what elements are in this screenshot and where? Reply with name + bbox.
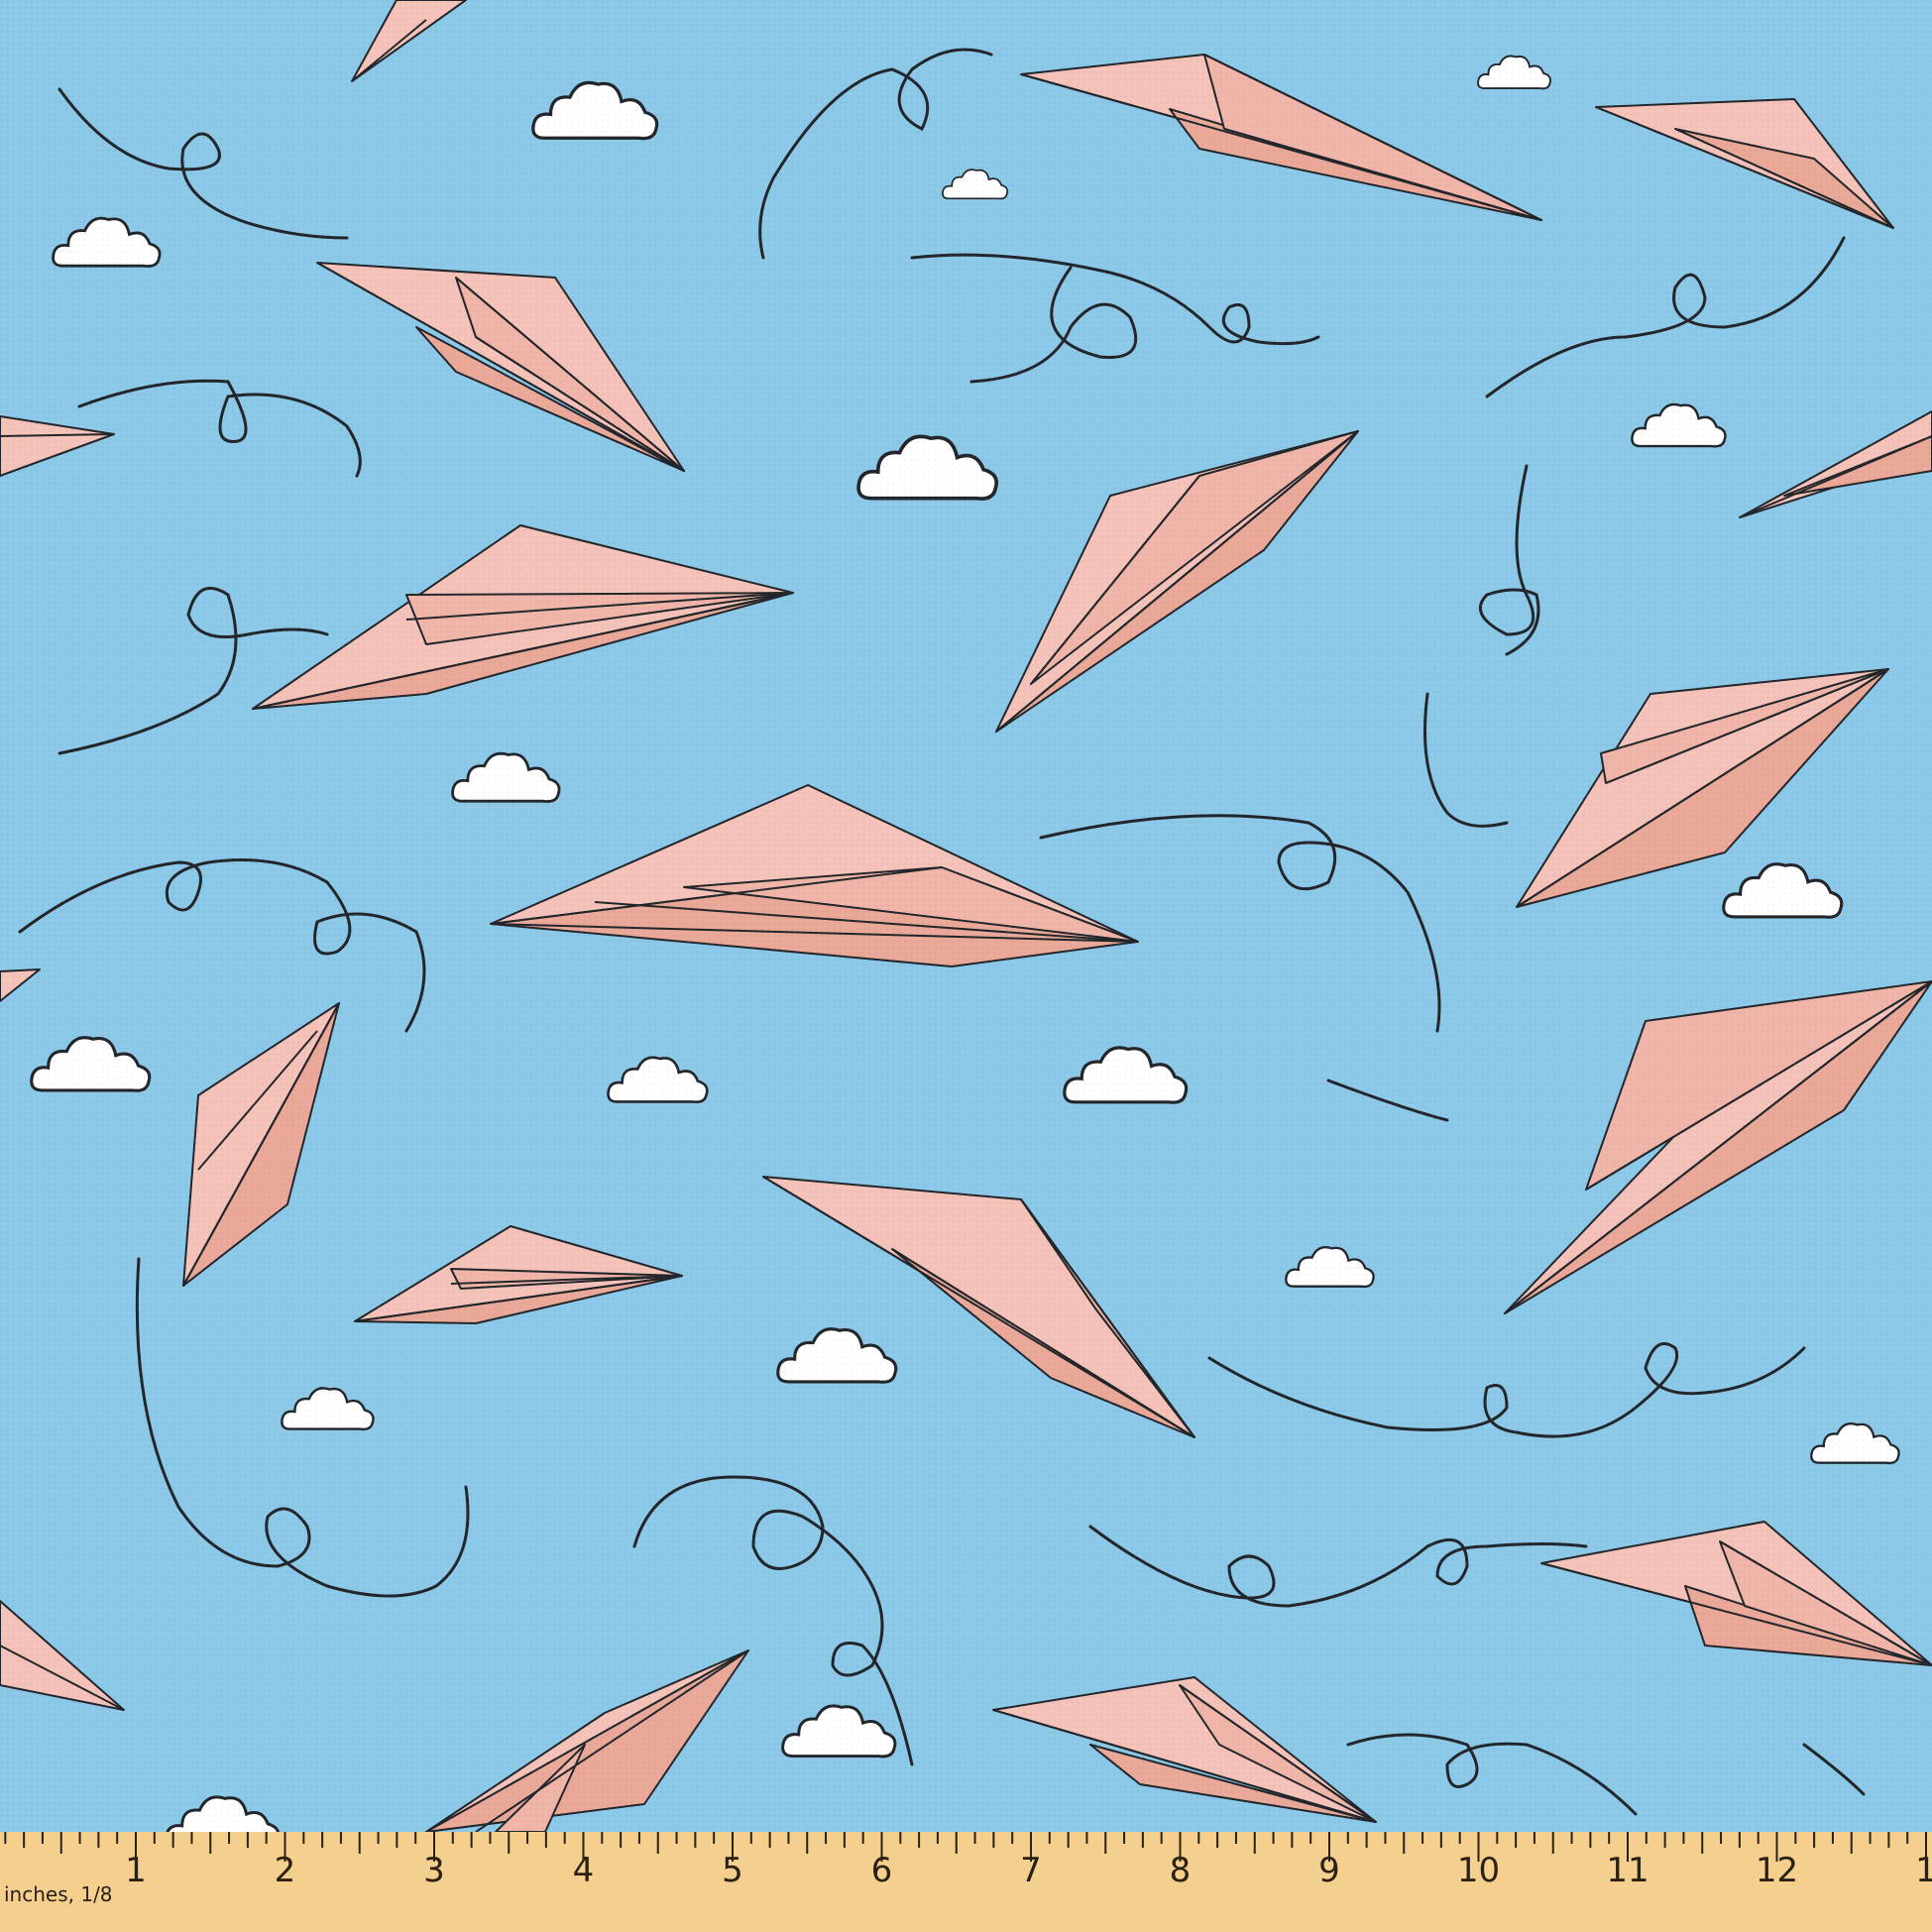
ruler-number: 2	[275, 1851, 296, 1890]
ruler-number: 7	[1020, 1851, 1042, 1890]
ruler-number: 4	[573, 1851, 595, 1890]
ruler-number: 8	[1170, 1851, 1192, 1890]
ruler-number: 1	[1915, 1851, 1932, 1890]
ruler-number: 9	[1318, 1851, 1340, 1890]
ruler-number: 3	[423, 1851, 445, 1890]
ruler-unit-label: inches, 1/8	[4, 1882, 113, 1906]
ruler-number: 1	[125, 1851, 147, 1890]
ruler-number: 10	[1457, 1851, 1500, 1890]
ruler-number: 5	[722, 1851, 743, 1890]
fabric-texture	[0, 0, 1932, 1932]
ruler-number: 12	[1756, 1851, 1798, 1890]
measuring-ruler: inches, 1/8 1 2 3 4 5 6 7 8 9 10 11 12 1	[0, 1832, 1932, 1932]
ruler-number: 11	[1606, 1851, 1648, 1890]
fabric-pattern	[0, 0, 1932, 1932]
ruler-number: 6	[871, 1851, 893, 1890]
